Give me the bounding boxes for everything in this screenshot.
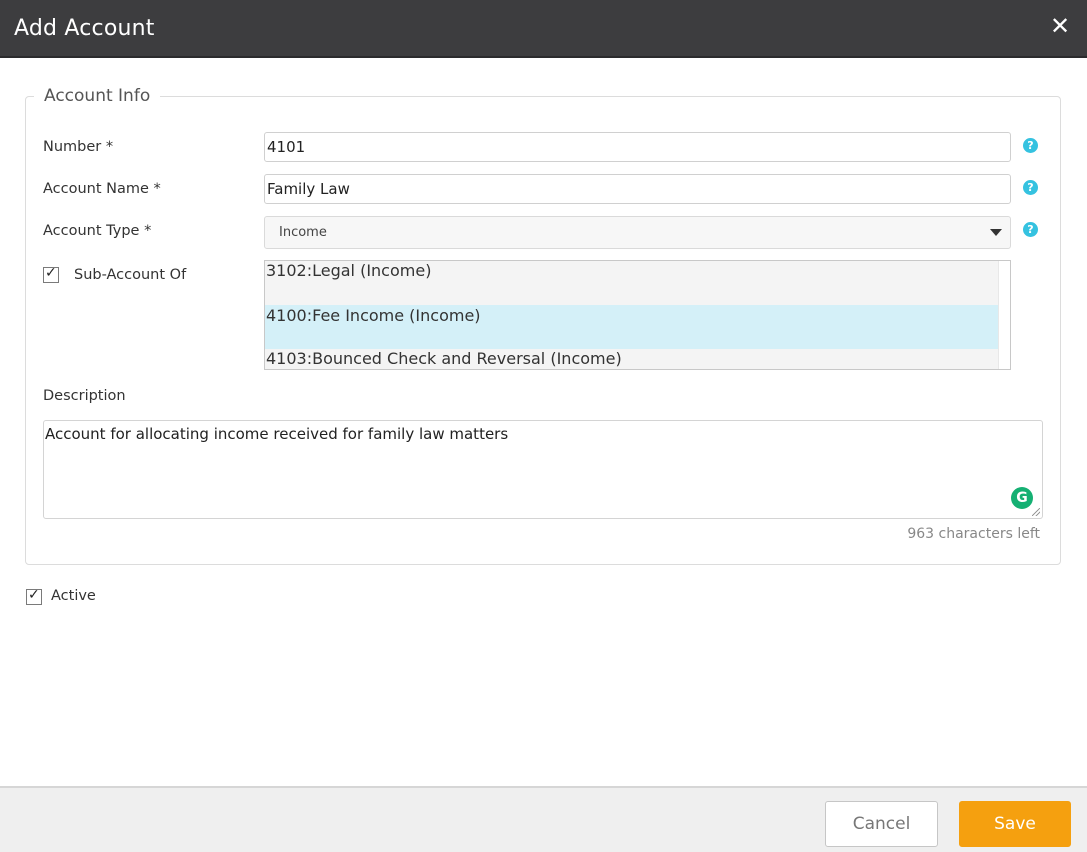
checkmark-icon: ✓ xyxy=(28,587,40,603)
section-title: Account Info xyxy=(44,86,151,106)
list-item-selected[interactable]: 4100:Fee Income (Income) xyxy=(265,305,999,349)
close-icon[interactable]: ✕ xyxy=(1049,15,1071,39)
account-type-value: Income xyxy=(279,225,327,240)
account-type-label: Account Type * xyxy=(43,223,152,239)
sub-account-checkbox[interactable]: ✓ xyxy=(43,265,59,283)
account-name-label: Account Name * xyxy=(43,181,161,197)
characters-left: 963 characters left xyxy=(907,526,1040,542)
account-name-input[interactable]: Family Law xyxy=(264,174,1011,204)
account-name-help-icon[interactable]: ? xyxy=(1023,180,1038,195)
chevron-down-icon xyxy=(990,229,1002,236)
dialog-title-bar: Add Account ✕ xyxy=(0,0,1087,58)
account-type-help-icon[interactable]: ? xyxy=(1023,222,1038,237)
list-item[interactable]: 4103:Bounced Check and Reversal (Income) xyxy=(265,349,999,369)
resize-handle[interactable] xyxy=(1032,508,1040,516)
grammarly-icon[interactable]: G xyxy=(1011,487,1033,509)
dialog-footer: Cancel Save xyxy=(0,786,1087,852)
checkmark-icon: ✓ xyxy=(45,265,57,281)
cancel-button[interactable]: Cancel xyxy=(825,801,938,847)
sub-account-label: Sub-Account Of xyxy=(74,267,187,283)
save-button[interactable]: Save xyxy=(959,801,1071,847)
number-input[interactable]: 4101 xyxy=(264,132,1011,162)
number-label: Number * xyxy=(43,139,114,155)
account-type-select[interactable]: Income xyxy=(264,216,1011,249)
number-help-icon[interactable]: ? xyxy=(1023,138,1038,153)
description-label: Description xyxy=(43,388,126,404)
active-label: Active xyxy=(51,588,96,604)
listbox-scrollbar[interactable] xyxy=(998,261,1010,369)
dialog-title: Add Account xyxy=(14,16,155,41)
list-item[interactable]: 3102:Legal (Income) xyxy=(265,261,999,305)
sub-account-listbox[interactable]: 3102:Legal (Income) 4100:Fee Income (Inc… xyxy=(264,260,1011,370)
description-textarea[interactable]: Account for allocating income received f… xyxy=(43,420,1043,519)
active-checkbox[interactable]: ✓ xyxy=(26,587,42,605)
